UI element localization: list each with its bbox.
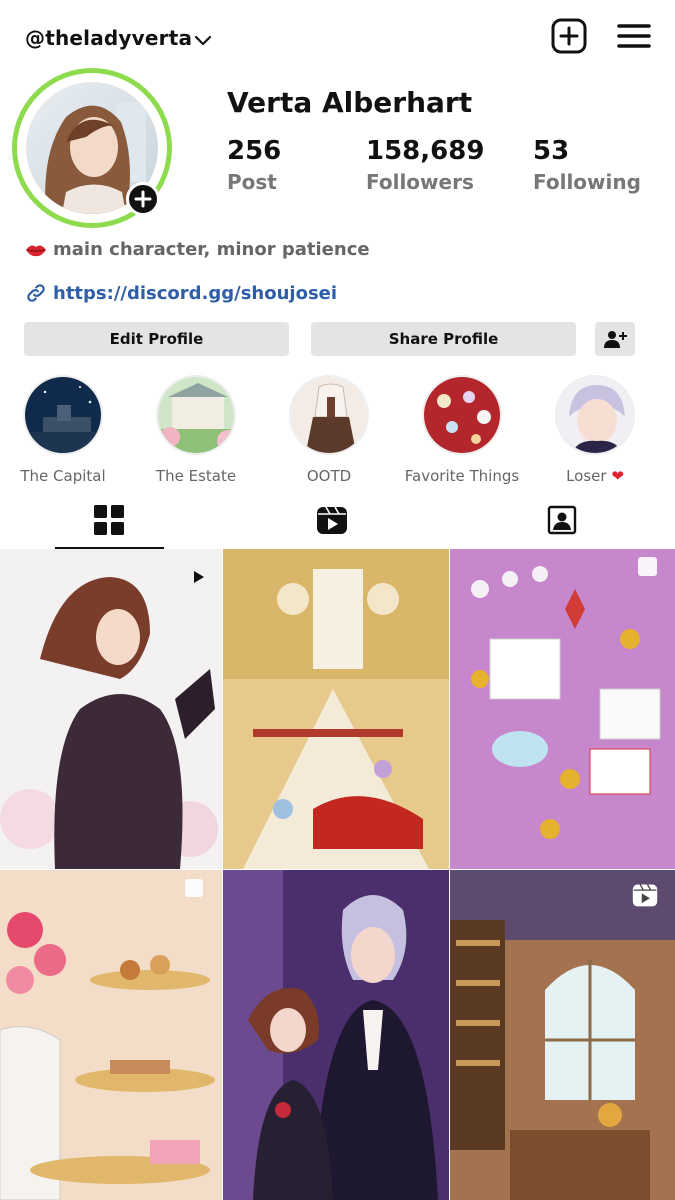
stat-followers[interactable]: 158,689 Followers	[366, 136, 484, 194]
profile-link[interactable]: https://discord.gg/shoujosei	[25, 282, 337, 304]
reels-icon	[317, 506, 347, 534]
add-person-icon	[604, 331, 627, 348]
chevron-down-icon[interactable]	[193, 30, 213, 50]
tab-grid[interactable]	[89, 500, 129, 540]
highlight-label: Loser ❤	[530, 467, 660, 485]
highlight-ootd[interactable]: OOTD	[264, 375, 394, 485]
tab-tagged[interactable]	[542, 500, 582, 540]
reels-icon	[632, 884, 658, 907]
display-name: Verta Alberhart	[227, 86, 473, 119]
highlight-label: Favorite Things	[404, 467, 520, 485]
post-image	[450, 549, 675, 869]
highlight-label: The Capital	[20, 467, 106, 485]
highlight-favorite-things[interactable]: Favorite Things	[397, 375, 527, 485]
plus-icon	[134, 190, 152, 208]
add-story-button[interactable]	[126, 182, 160, 216]
highlight-loser[interactable]: Loser ❤	[530, 375, 660, 485]
highlight-cover	[23, 375, 103, 455]
hamburger-menu-icon[interactable]	[617, 22, 651, 50]
post-tile[interactable]	[450, 549, 675, 869]
plus-square-icon[interactable]	[551, 18, 587, 54]
highlight-label-text: Loser	[566, 467, 607, 485]
lips-icon	[26, 245, 46, 256]
bio: main character, minor patience	[25, 239, 370, 260]
multiple-posts-icon	[185, 879, 203, 897]
stat-label: Post	[227, 170, 277, 194]
post-image	[223, 870, 449, 1200]
highlight-cover	[289, 375, 369, 455]
highlight-label: OOTD	[306, 467, 352, 485]
add-person-button[interactable]	[595, 322, 635, 356]
highlight-label: The Estate	[155, 467, 237, 485]
share-profile-button[interactable]: Share Profile	[311, 322, 576, 356]
bio-text: main character, minor patience	[53, 239, 370, 260]
heart-icon: ❤	[611, 467, 624, 485]
posts-grid	[0, 549, 675, 1200]
post-tile[interactable]	[0, 549, 222, 869]
highlight-cover	[555, 375, 635, 455]
post-tile[interactable]	[223, 870, 449, 1200]
highlight-the-capital[interactable]: The Capital	[0, 375, 128, 485]
stat-label: Following	[533, 170, 641, 194]
multiple-posts-icon	[638, 557, 657, 576]
post-image	[450, 870, 675, 1200]
stat-following[interactable]: 53 Following	[533, 136, 641, 194]
grid-icon	[94, 505, 124, 535]
stat-value: 53	[533, 136, 570, 166]
post-tile[interactable]	[450, 870, 675, 1200]
highlight-cover	[422, 375, 502, 455]
post-image	[0, 870, 222, 1200]
post-tile[interactable]	[0, 870, 222, 1200]
stat-value: 256	[227, 136, 282, 166]
tagged-person-icon	[547, 505, 577, 535]
link-text[interactable]: https://discord.gg/shoujosei	[53, 283, 337, 304]
post-tile[interactable]	[223, 549, 449, 869]
tab-reels[interactable]	[312, 500, 352, 540]
play-icon	[194, 571, 204, 583]
link-icon	[27, 284, 45, 302]
post-image	[0, 549, 222, 869]
post-image	[223, 549, 449, 869]
top-bar: @theladyverta	[0, 0, 675, 70]
stat-value: 158,689	[366, 136, 485, 166]
stat-posts[interactable]: 256 Post	[227, 136, 281, 194]
stat-label: Followers	[366, 170, 474, 194]
edit-profile-button[interactable]: Edit Profile	[24, 322, 289, 356]
username[interactable]: @theladyverta	[25, 26, 192, 50]
highlight-the-estate[interactable]: The Estate	[131, 375, 261, 485]
highlight-cover	[156, 375, 236, 455]
